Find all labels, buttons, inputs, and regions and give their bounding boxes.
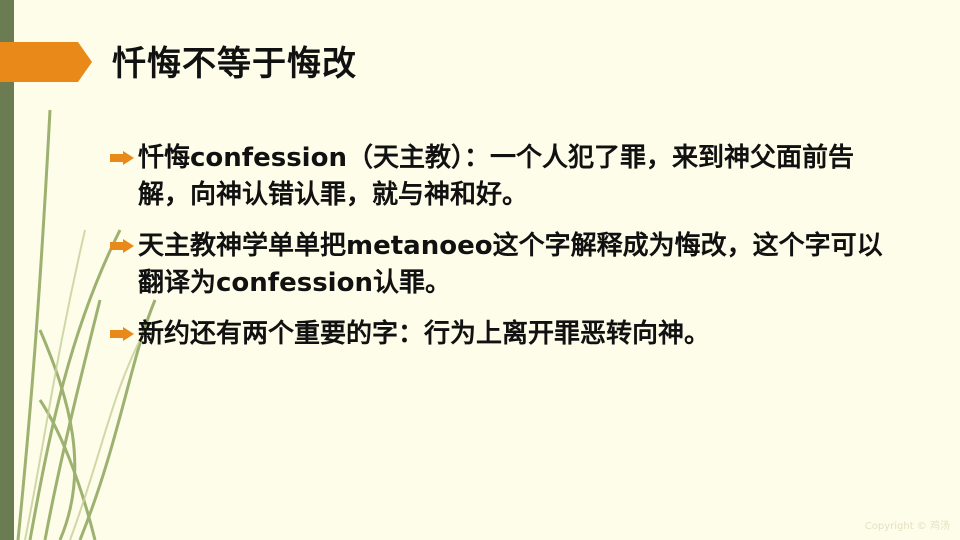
right-arrow-bullet-icon: [110, 151, 134, 165]
right-arrow-bullet-icon: [110, 239, 134, 253]
bullet-text: 新约还有两个重要的字：行为上离开罪恶转向神。: [138, 319, 711, 349]
slide-title: 忏悔不等于悔改: [112, 44, 357, 84]
bullet-text: 天主教神学单单把metanoeo这个字解释成为悔改，这个字可以翻译为confes…: [138, 231, 883, 298]
bullet-item: 新约还有两个重要的字：行为上离开罪恶转向神。: [110, 316, 890, 353]
bullet-item: 天主教神学单单把metanoeo这个字解释成为悔改，这个字可以翻译为confes…: [110, 228, 890, 302]
bullet-text: 忏悔confession（天主教）：一个人犯了罪，来到神父面前告解，向神认错认罪…: [138, 143, 854, 210]
bullet-item: 忏悔confession（天主教）：一个人犯了罪，来到神父面前告解，向神认错认罪…: [110, 140, 890, 214]
right-arrow-bullet-icon: [110, 327, 134, 341]
chevron-arrow-icon: [0, 42, 92, 82]
copyright-watermark: Copyright © 鸡汤: [864, 521, 950, 532]
bullet-list: 忏悔confession（天主教）：一个人犯了罪，来到神父面前告解，向神认错认罪…: [110, 140, 890, 367]
